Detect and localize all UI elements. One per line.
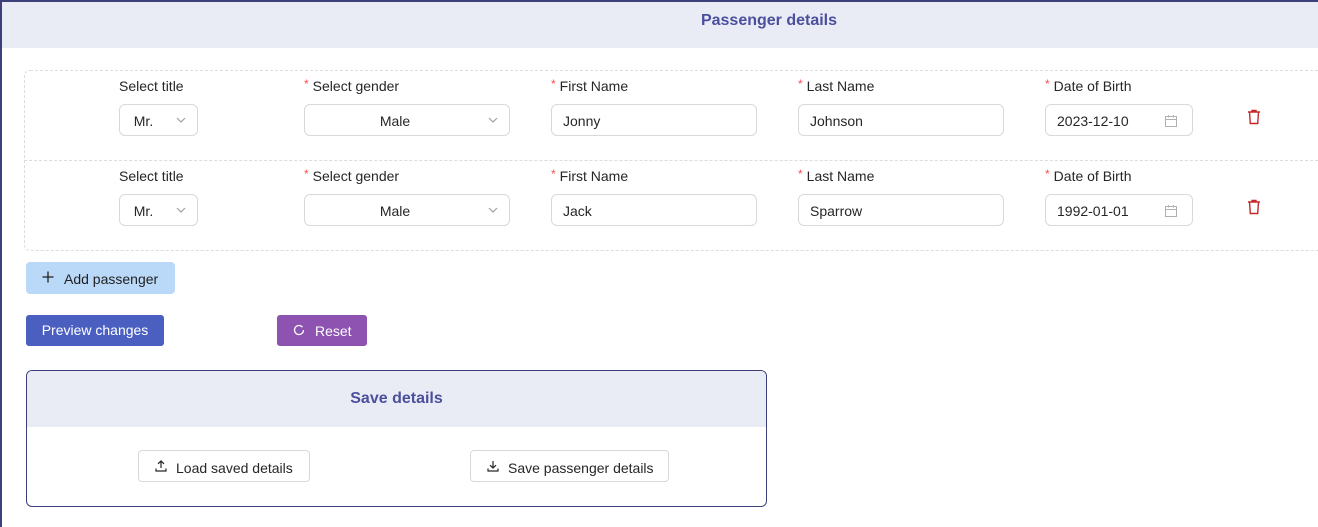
dob-label: * Date of Birth	[1045, 167, 1132, 184]
page-header: Passenger details	[2, 2, 1318, 48]
first-name-label: * First Name	[551, 77, 629, 94]
save-passenger-details-button[interactable]: Save passenger details	[470, 450, 669, 482]
add-passenger-label: Add passenger	[64, 271, 159, 287]
dob-label: * Date of Birth	[1045, 77, 1132, 94]
calendar-icon	[1165, 205, 1177, 217]
dob-picker[interactable]: 2023-12-10	[1045, 104, 1193, 136]
plus-icon	[42, 271, 54, 283]
preview-changes-button[interactable]: Preview changes	[26, 315, 164, 346]
chevron-down-icon	[488, 207, 498, 213]
save-details-panel: Save details Load saved details Save pas…	[26, 370, 767, 507]
upload-icon	[155, 460, 167, 472]
required-mark: *	[1045, 167, 1050, 181]
reset-button[interactable]: Reset	[277, 315, 367, 346]
load-saved-details-button[interactable]: Load saved details	[138, 450, 310, 482]
gender-label: * Select gender	[304, 77, 400, 94]
reset-label: Reset	[315, 323, 352, 339]
last-name-label: * Last Name	[798, 167, 875, 184]
required-mark: *	[304, 77, 309, 91]
title-select[interactable]: Mr.	[119, 194, 198, 226]
required-mark: *	[798, 167, 803, 181]
chevron-down-icon	[176, 207, 186, 213]
required-mark: *	[798, 77, 803, 91]
first-name-input[interactable]: Jonny	[551, 104, 757, 136]
required-mark: *	[1045, 77, 1050, 91]
dob-value: 1992-01-01	[1057, 203, 1129, 219]
required-mark: *	[551, 167, 556, 181]
trash-icon[interactable]	[1247, 199, 1261, 215]
chevron-down-icon	[176, 117, 186, 123]
last-name-input[interactable]: Sparrow	[798, 194, 1004, 226]
last-name-label: * Last Name	[798, 77, 875, 94]
trash-icon[interactable]	[1247, 109, 1261, 125]
chevron-down-icon	[488, 117, 498, 123]
dob-value: 2023-12-10	[1057, 113, 1129, 129]
title-select[interactable]: Mr.	[119, 104, 198, 136]
save-panel-title: Save details	[350, 390, 443, 407]
page-title: Passenger details	[700, 12, 838, 29]
row-divider	[24, 160, 1318, 161]
title-label: Select title	[119, 168, 184, 184]
title-select-value: Mr.	[133, 113, 154, 129]
last-name-input[interactable]: Johnson	[798, 104, 1004, 136]
first-name-label: * First Name	[551, 167, 629, 184]
title-select-value: Mr.	[133, 203, 154, 219]
gender-select[interactable]: Male	[304, 104, 510, 136]
download-icon	[487, 461, 499, 472]
title-label: Select title	[119, 78, 184, 94]
save-panel-header: Save details	[27, 371, 766, 427]
gender-label: * Select gender	[304, 167, 400, 184]
gender-select-value: Male	[379, 113, 411, 129]
gender-select[interactable]: Male	[304, 194, 510, 226]
calendar-icon	[1165, 115, 1177, 127]
add-passenger-button[interactable]: Add passenger	[26, 262, 175, 294]
gender-select-value: Male	[379, 203, 411, 219]
load-saved-details-label: Load saved details	[176, 460, 293, 476]
dob-picker[interactable]: 1992-01-01	[1045, 194, 1193, 226]
first-name-input[interactable]: Jack	[551, 194, 757, 226]
required-mark: *	[551, 77, 556, 91]
save-passenger-details-label: Save passenger details	[508, 460, 654, 476]
required-mark: *	[304, 167, 309, 181]
reload-icon	[293, 324, 305, 336]
